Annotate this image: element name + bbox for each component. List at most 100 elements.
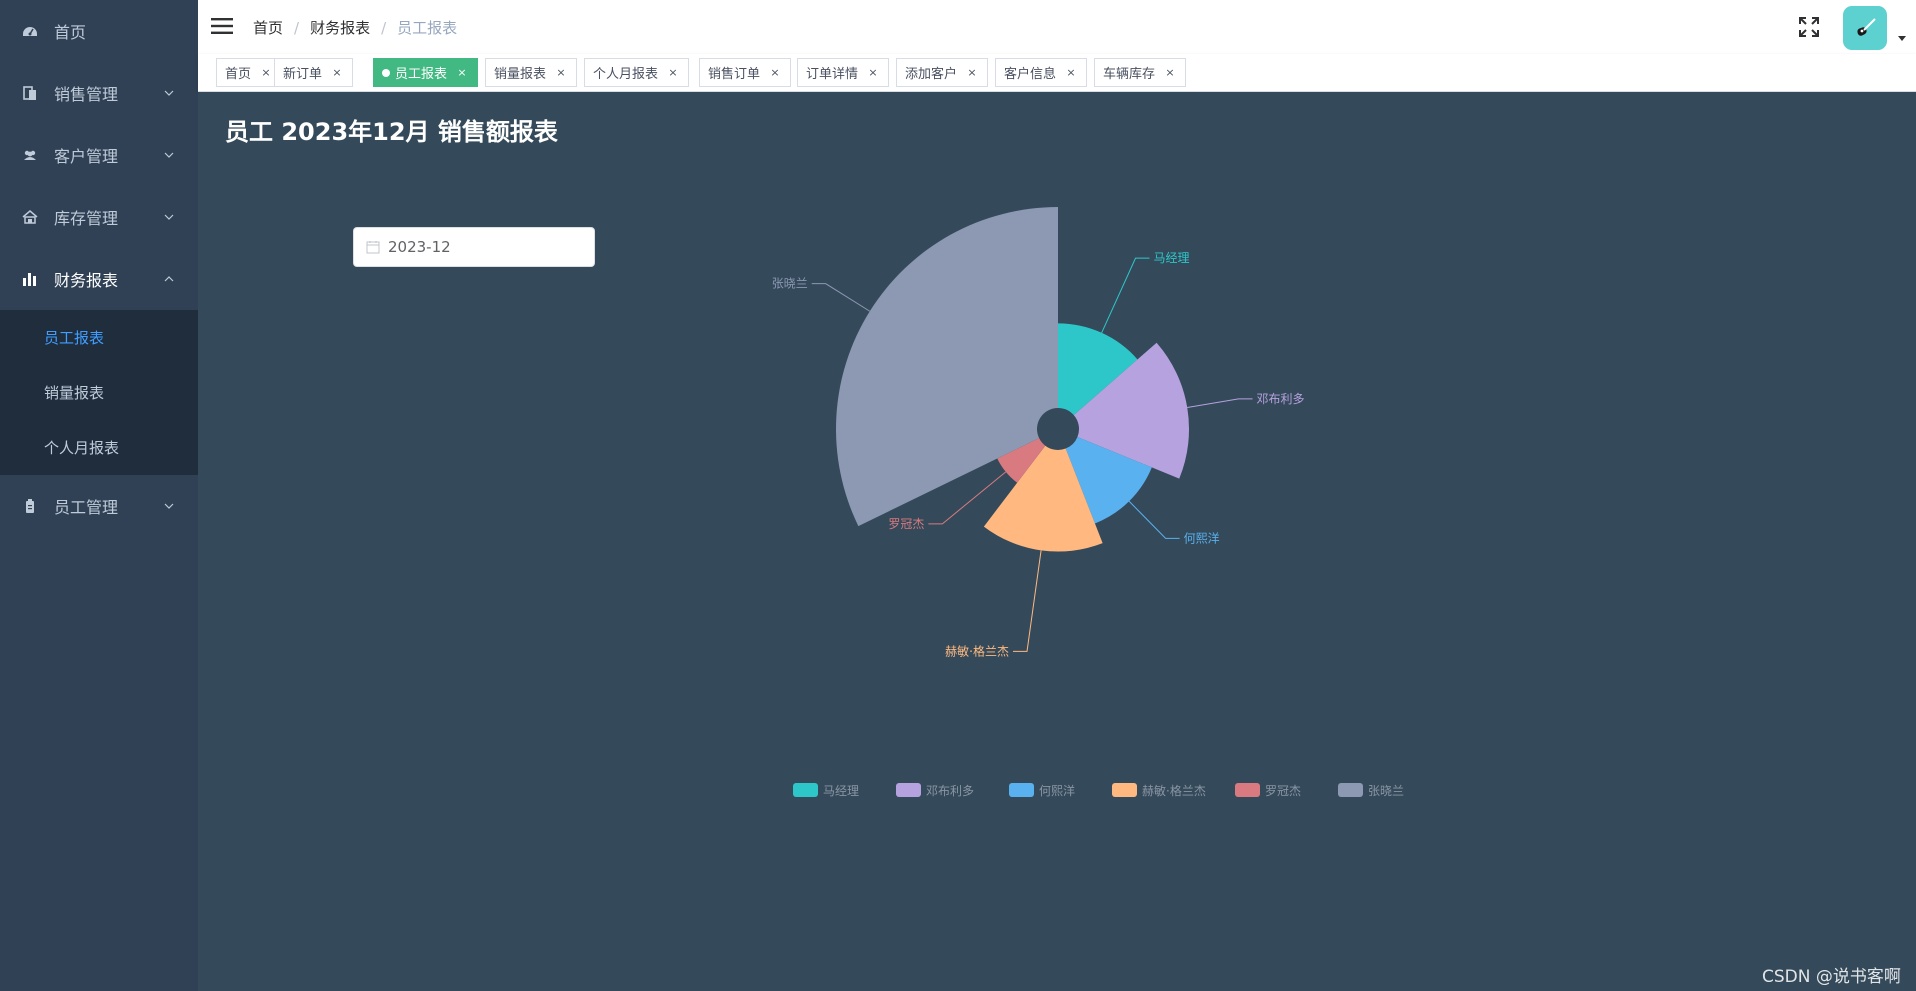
sidebar-item-label: 财务报表 [54,271,119,290]
breadcrumb-separator: / [381,18,387,37]
guitar-avatar-icon [1857,18,1876,36]
close-icon[interactable]: × [768,66,782,80]
legend-label: 何熙洋 [1039,783,1075,798]
avatar[interactable] [1843,6,1887,50]
breadcrumb: 首页 / 财务报表 / 员工报表 [253,17,457,38]
legend-label: 罗冠杰 [1265,784,1301,798]
close-icon[interactable]: × [1064,66,1078,80]
chevron-down-icon [164,214,174,220]
tag-label: 车辆库存 [1103,67,1156,82]
tag-label: 销售订单 [708,67,761,82]
chevron-down-icon [164,152,174,158]
dashboard-icon [22,23,38,39]
navbar: 首页 / 财务报表 / 员工报表 [198,0,1916,54]
rose-pie-chart: 马经理邓布利多何熙洋赫敏·格兰杰罗冠杰张晓兰马经理 邓布利多 何熙洋 赫敏·格兰杰 罗冠… [772,207,1404,798]
close-icon[interactable]: × [965,66,979,80]
hamburger-icon[interactable] [210,14,234,38]
legend-item[interactable]: 张晓兰 [1338,783,1404,798]
clipboard-icon [22,498,38,514]
slice-label: 何熙洋 [1184,530,1220,545]
tag-label: 新订单 [283,67,323,82]
tag-label: 销量报表 [494,67,547,82]
legend-swatch [1338,783,1363,797]
tag-sales-orders[interactable]: 销售订单 × [699,58,792,87]
users-icon [22,147,38,163]
tag-employee-report[interactable]: 员工报表 × [373,58,479,87]
breadcrumb-separator: / [294,18,300,37]
label-leader-line [1013,550,1042,652]
label-leader-line [1101,257,1150,334]
close-icon[interactable]: × [554,66,568,80]
sidebar-item-finance[interactable]: 财务报表 [0,248,198,310]
label-leader-line [811,283,871,312]
active-dot-icon [382,68,390,77]
legend-swatch [1009,783,1034,797]
tag-home[interactable]: 首页 × [216,58,283,87]
close-icon[interactable]: × [666,66,680,80]
legend-item[interactable]: 邓布利多 [896,783,974,798]
tag-label: 个人月报表 [593,67,659,82]
tag-new-order[interactable]: 新订单 × [274,58,354,87]
slice-label: 邓布利多 [1257,392,1305,406]
slice-label: 张晓兰 [772,277,808,291]
tag-vehicle-inventory[interactable]: 车辆库存 × [1094,58,1187,87]
tag-label: 首页 [225,67,252,82]
legend-item[interactable]: 赫敏·格兰杰 [1112,783,1206,798]
close-icon[interactable]: × [330,66,344,80]
tag-sales-volume-report[interactable]: 销量报表 × [485,58,578,87]
tag-label: 员工报表 [395,67,448,82]
legend-label: 邓布利多 [926,784,974,798]
sidebar-item-home[interactable]: 首页 [0,0,198,62]
sidebar-item-label: 库存管理 [54,209,119,228]
legend-item[interactable]: 何熙洋 [1009,783,1075,798]
sidebar-subitem-personal-monthly-report[interactable]: 个人月报表 [0,420,198,475]
fullscreen-icon[interactable] [1798,16,1820,38]
tag-order-details[interactable]: 订单详情 × [797,58,890,87]
legend-swatch [896,783,921,797]
legend-swatch [1112,783,1137,797]
sidebar-item-label: 客户管理 [54,147,119,166]
tag-personal-monthly-report[interactable]: 个人月报表 × [584,58,690,87]
close-icon[interactable]: × [259,66,273,80]
bar-chart-icon [22,271,38,287]
legend-item[interactable]: 马经理 [793,783,859,798]
breadcrumb-current: 员工报表 [397,19,458,37]
slice-label: 罗冠杰 [888,517,924,531]
sidebar-item-employees[interactable]: 员工管理 [0,475,198,537]
legend-label: 马经理 [823,784,859,798]
close-icon[interactable]: × [866,66,880,80]
chevron-up-icon [164,276,174,282]
tag-label: 客户信息 [1004,67,1057,82]
slice-label: 马经理 [1154,251,1190,265]
breadcrumb-finance[interactable]: 财务报表 [310,17,370,38]
breadcrumb-home[interactable]: 首页 [253,17,283,38]
legend-item[interactable]: 罗冠杰 [1235,783,1301,798]
close-icon[interactable]: × [1163,66,1177,80]
document-icon [22,85,38,101]
legend-swatch [1235,783,1260,797]
sidebar-item-label: 销售管理 [54,85,119,104]
slice-label: 赫敏·格兰杰 [945,643,1009,658]
label-leader-line [1128,500,1180,539]
tag-label: 订单详情 [806,67,859,82]
legend-label: 赫敏·格兰杰 [1142,783,1206,798]
legend-label: 张晓兰 [1368,784,1404,798]
caret-down-icon[interactable] [1898,36,1906,41]
sidebar-item-inventory[interactable]: 库存管理 [0,186,198,248]
warehouse-icon [22,209,38,225]
sidebar-item-label: 员工管理 [54,498,119,517]
sidebar-subitem-employee-report[interactable]: 员工报表 [0,310,198,365]
chevron-down-icon [164,90,174,96]
tag-customer-info[interactable]: 客户信息 × [995,58,1088,87]
chevron-down-icon [164,503,174,509]
legend-swatch [793,783,818,797]
sidebar-item-sales[interactable]: 销售管理 [0,62,198,124]
sidebar-item-label: 首页 [54,23,87,42]
tag-label: 添加客户 [905,67,958,82]
sidebar-subitem-sales-volume-report[interactable]: 销量报表 [0,365,198,420]
close-icon[interactable]: × [455,66,469,80]
sidebar-item-customers[interactable]: 客户管理 [0,124,198,186]
label-leader-line [1187,398,1253,408]
tag-add-customer[interactable]: 添加客户 × [896,58,989,87]
watermark: CSDN @说书客啊 [1762,967,1901,987]
